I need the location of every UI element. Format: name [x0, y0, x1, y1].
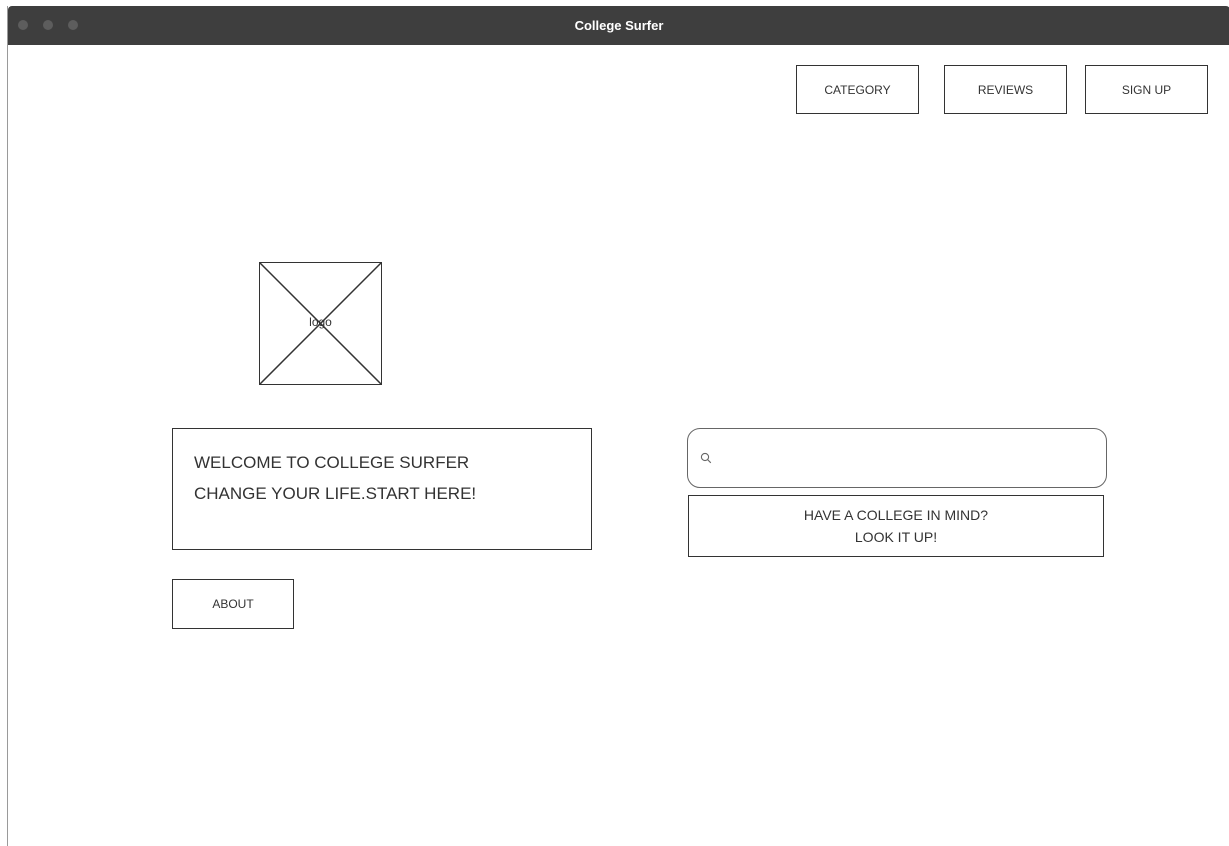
- reviews-button[interactable]: REVIEWS: [944, 65, 1067, 114]
- category-button-label: CATEGORY: [824, 82, 891, 97]
- welcome-box: WELCOME TO COLLEGE SURFER CHANGE YOUR LI…: [172, 428, 592, 550]
- about-button[interactable]: ABOUT: [172, 579, 294, 629]
- welcome-tagline: CHANGE YOUR LIFE.START HERE!: [194, 484, 477, 503]
- title-bar: College Surfer: [8, 6, 1229, 45]
- logo-placeholder: logo: [259, 262, 382, 385]
- search-bar[interactable]: [687, 428, 1107, 488]
- window-title: College Surfer: [574, 18, 664, 33]
- logo-label: logo: [309, 315, 332, 329]
- reviews-button-label: REVIEWS: [977, 82, 1034, 97]
- about-button-label: ABOUT: [212, 597, 254, 611]
- lookup-prompt-box[interactable]: HAVE A COLLEGE IN MIND? LOOK IT UP!: [688, 495, 1104, 557]
- lookup-prompt-action: LOOK IT UP!: [854, 529, 938, 545]
- search-icon: [700, 452, 712, 464]
- welcome-heading: WELCOME TO COLLEGE SURFER: [194, 453, 470, 472]
- lookup-prompt-question: HAVE A COLLEGE IN MIND?: [803, 507, 989, 523]
- browser-window: College Surfer: [7, 6, 1229, 846]
- sign-up-button[interactable]: SIGN UP: [1085, 65, 1208, 114]
- search-input[interactable]: [720, 438, 1106, 478]
- category-button[interactable]: CATEGORY: [796, 65, 919, 114]
- sign-up-button-label: SIGN UP: [1121, 82, 1172, 97]
